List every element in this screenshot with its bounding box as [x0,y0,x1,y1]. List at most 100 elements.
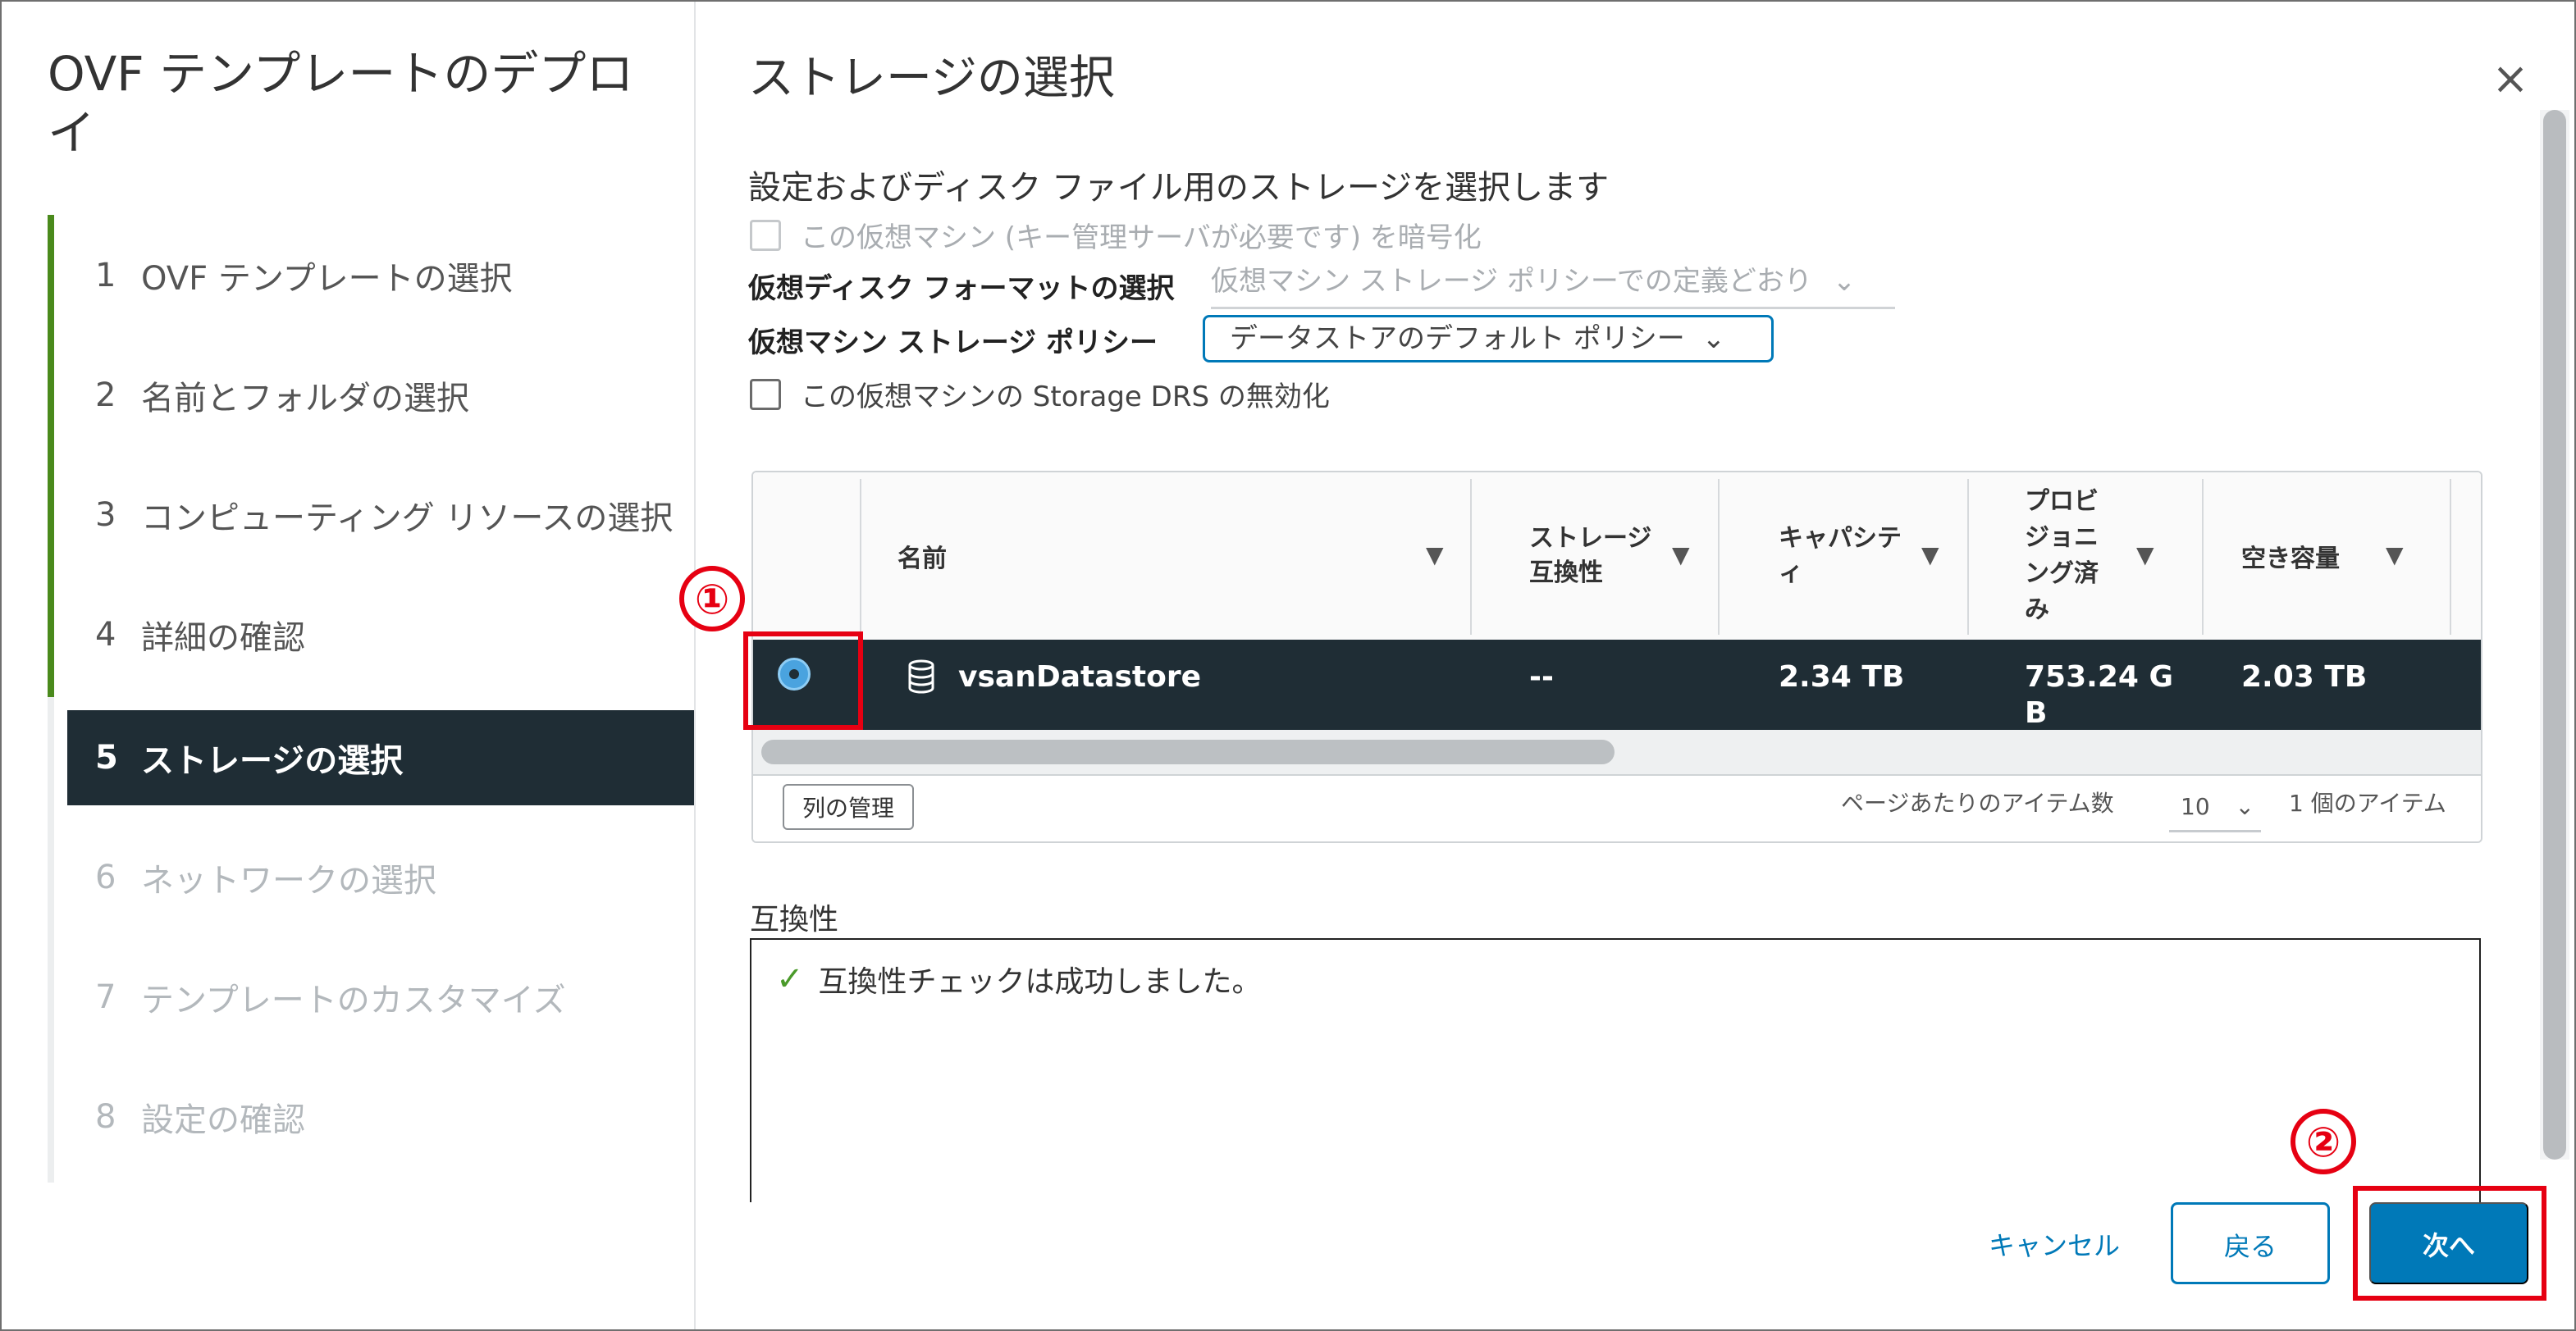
table-header: 名前 ▼ ストレージ 互換性 ▼ キャパシテ ィ ▼ プロビ ジョニ ング済 み… [753,472,2481,641]
column-header-prov-line2: ジョニ [2025,523,2099,552]
storage-policy-label: 仮想マシン ストレージ ポリシー [748,326,1158,359]
table-row[interactable]: vsanDatastore -- 2.34 TB 753.24 G B 2.03… [753,640,2481,730]
cancel-button[interactable]: キャンセル [1972,1222,2136,1268]
filter-icon[interactable]: ▼ [2386,541,2404,568]
steps-progress-done [48,215,54,697]
step-label: テンプレートのカスタマイズ [141,982,566,1019]
encrypt-checkbox [750,219,781,251]
wizard-sidebar: OVF テンプレートのデプロイ 1 OVF テンプレートの選択 2 名前とフォル… [2,2,696,1329]
annotation-box-1 [743,631,863,730]
datastore-capacity: 2.34 TB [1779,660,1905,694]
item-count: 1 個のアイテム [2289,790,2446,817]
wizard-title: OVF テンプレートのデプロイ [48,46,634,161]
wizard-step-1[interactable]: 1 OVF テンプレートの選択 [67,228,694,323]
drs-label: この仮想マシンの Storage DRS の無効化 [801,381,1330,413]
step-label: ストレージの選択 [141,742,404,780]
step-number: 3 [95,496,116,534]
datastore-provisioned: 753.24 G B [2025,659,2173,732]
encrypt-option: この仮想マシン (キー管理サーバが必要です) を暗号化 [750,215,1482,255]
manage-columns-button[interactable]: 列の管理 [783,784,915,830]
check-icon: ✓ [776,960,804,998]
column-separator [1470,479,1472,635]
drs-checkbox[interactable] [750,378,781,410]
column-header-provisioned[interactable]: プロビ ジョニ ング済 み [2025,472,2099,640]
filter-icon[interactable]: ▼ [1672,541,1690,568]
wizard-step-2[interactable]: 2 名前とフォルダの選択 [67,348,694,443]
column-header-prov-line3: ング済 [2025,559,2099,588]
datastore-compat: -- [1529,660,1554,694]
step-label: 名前とフォルダの選択 [141,380,469,417]
step-number: 6 [95,859,116,896]
close-icon[interactable]: × [2486,54,2535,103]
column-header-compat-line1: ストレージ [1529,524,1652,553]
wizard-step-5[interactable]: 5 ストレージの選択 [67,710,694,805]
wizard-step-6: 6 ネットワークの選択 [67,830,694,925]
column-header-name[interactable]: 名前 [897,472,947,640]
wizard-step-3[interactable]: 3 コンピューティング リソースの選択 [67,467,694,563]
disk-format-select: 仮想マシン ストレージ ポリシーでの定義どおり ⌄ [1211,261,1895,309]
annotation-number-1: ① [679,566,745,631]
chevron-down-icon: ⌄ [1832,265,1857,298]
wizard-step-8: 8 設定の確認 [67,1069,694,1165]
items-per-page-value: 10 [2181,793,2210,820]
column-header-capacity-line1: キャパシテ [1779,524,1902,553]
chevron-down-icon: ⌄ [2235,793,2255,820]
step-label: コンピューティング リソースの選択 [141,499,674,537]
database-icon [907,659,935,703]
filter-icon[interactable]: ▼ [1921,541,1939,568]
step-number: 8 [95,1098,116,1136]
datastore-provisioned-line2: B [2025,696,2048,730]
wizard-step-7: 7 テンプレートのカスタマイズ [67,950,694,1045]
step-number: 2 [95,376,116,414]
encrypt-label: この仮想マシン (キー管理サーバが必要です) を暗号化 [801,221,1482,254]
annotation-box-2 [2353,1186,2546,1301]
column-header-free[interactable]: 空き容量 [2241,472,2340,640]
step-number: 1 [95,257,116,294]
drs-option[interactable]: この仮想マシンの Storage DRS の無効化 [750,374,1330,414]
column-separator [860,479,861,635]
back-button[interactable]: 戻る [2171,1202,2330,1284]
column-header-capacity[interactable]: キャパシテ ィ [1779,472,1902,640]
column-separator [1967,479,1969,635]
compat-panel: ✓ 互換性チェックは成功しました。 [750,938,2481,1202]
items-per-page-label: ページあたりのアイテム数 [1841,790,2114,817]
column-header-capacity-line2: ィ [1779,558,1803,587]
datastore-provisioned-line1: 753.24 G [2025,660,2174,694]
step-number: 4 [95,616,116,654]
datastore-free: 2.03 TB [2241,660,2368,694]
column-header-compat-line2: 互換性 [1529,558,1603,587]
step-label: OVF テンプレートの選択 [141,260,513,298]
horizontal-scrollbar[interactable] [761,740,1615,764]
disk-format-label: 仮想ディスク フォーマットの選択 [748,272,1175,305]
column-header-compat[interactable]: ストレージ 互換性 [1529,472,1651,640]
step-label: 詳細の確認 [141,619,305,657]
column-header-prov-line4: み [2025,595,2049,624]
filter-icon[interactable]: ▼ [2136,541,2154,568]
horizontal-scrollbar-track [753,730,2481,774]
step-label: 設定の確認 [141,1101,305,1139]
chevron-down-icon: ⌄ [1701,322,1726,355]
step-label: ネットワークの選択 [141,862,436,900]
step-number: 5 [95,739,118,777]
column-separator [1718,479,1720,635]
compat-message: 互換性チェックは成功しました。 [818,965,1262,999]
annotation-number-2: ② [2291,1109,2356,1174]
page-title: ストレージの選択 [748,52,1115,105]
datastore-name: vsanDatastore [958,660,1202,694]
column-separator [2202,479,2204,635]
vertical-scrollbar[interactable] [2543,110,2566,1160]
datastore-table: 名前 ▼ ストレージ 互換性 ▼ キャパシテ ィ ▼ プロビ ジョニ ング済 み… [751,471,2482,843]
column-separator [2450,479,2451,635]
step-number: 7 [95,978,116,1016]
compat-message-row: ✓ 互換性チェックは成功しました。 [776,958,1262,1001]
table-footer: 列の管理 ページあたりのアイテム数 10 ⌄ 1 個のアイテム [753,774,2481,841]
wizard-step-4[interactable]: 4 詳細の確認 [67,587,694,682]
disk-format-value: 仮想マシン ストレージ ポリシーでの定義どおり [1211,265,1812,298]
page-subtitle: 設定およびディスク ファイル用のストレージを選択します [748,169,1610,207]
column-header-prov-line1: プロビ [2025,487,2099,516]
storage-policy-value: データストアのデフォルト ポリシー [1230,322,1685,355]
filter-icon[interactable]: ▼ [1426,541,1444,568]
storage-policy-select[interactable]: データストアのデフォルト ポリシー ⌄ [1203,315,1774,362]
items-per-page-select[interactable]: 10 ⌄ [2169,784,2261,832]
compat-label: 互換性 [750,903,839,937]
